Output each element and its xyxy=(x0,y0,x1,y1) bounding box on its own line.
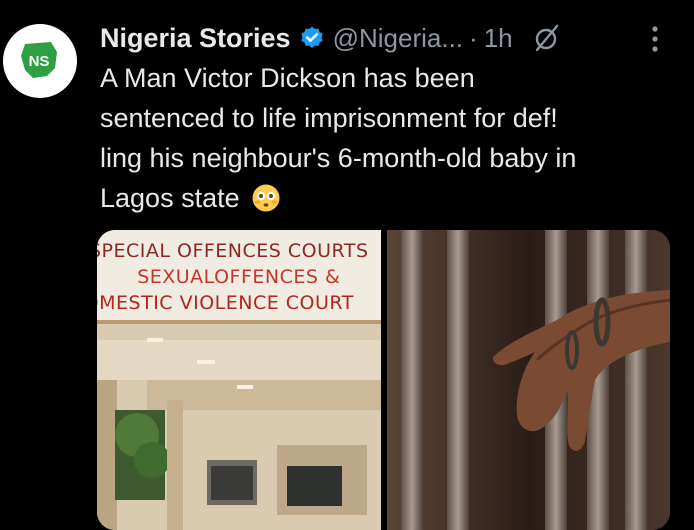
separator-dot: · xyxy=(469,22,478,53)
more-options-icon[interactable] xyxy=(642,24,668,54)
court-sign-line: SPECIAL OFFENCES COURTS xyxy=(97,240,369,262)
timestamp[interactable]: 1h xyxy=(484,23,513,54)
tweet-text: A Man Victor Dickson has been sentenced … xyxy=(100,58,680,218)
author-handle[interactable]: @Nigeria... xyxy=(333,23,463,54)
tweet-header: Nigeria Stories @Nigeria... · 1h xyxy=(100,20,563,56)
court-building-photo[interactable]: SPECIAL OFFENCES COURTS SEXUALOFFENCES &… xyxy=(97,230,381,530)
svg-text:NS: NS xyxy=(29,53,50,70)
author-name[interactable]: Nigeria Stories xyxy=(100,23,291,54)
tweet-text-line: ling his neighbour's 6-month-old baby in xyxy=(100,143,577,173)
prison-bars-photo[interactable] xyxy=(386,230,670,530)
court-sign: SPECIAL OFFENCES COURTS SEXUALOFFENCES &… xyxy=(97,230,381,324)
verified-badge-icon xyxy=(300,26,323,48)
hands-behind-bars-image xyxy=(386,230,670,530)
court-sign-line: SEXUALOFFENCES & xyxy=(137,266,341,288)
tweet-text-line: A Man Victor Dickson has been xyxy=(100,63,475,93)
tweet-text-line: Lagos state xyxy=(100,178,680,218)
nigeria-stories-logo: NS xyxy=(21,42,57,78)
grok-icon[interactable] xyxy=(529,21,563,55)
tweet-text-line: sentenced to life imprisonment for def! xyxy=(100,103,558,133)
court-sign-line: OMESTIC VIOLENCE COURT xyxy=(97,292,354,314)
tweet-media[interactable]: SPECIAL OFFENCES COURTS SEXUALOFFENCES &… xyxy=(97,230,670,530)
flushed-face-emoji-icon xyxy=(252,184,280,212)
avatar[interactable]: NS xyxy=(3,24,77,98)
